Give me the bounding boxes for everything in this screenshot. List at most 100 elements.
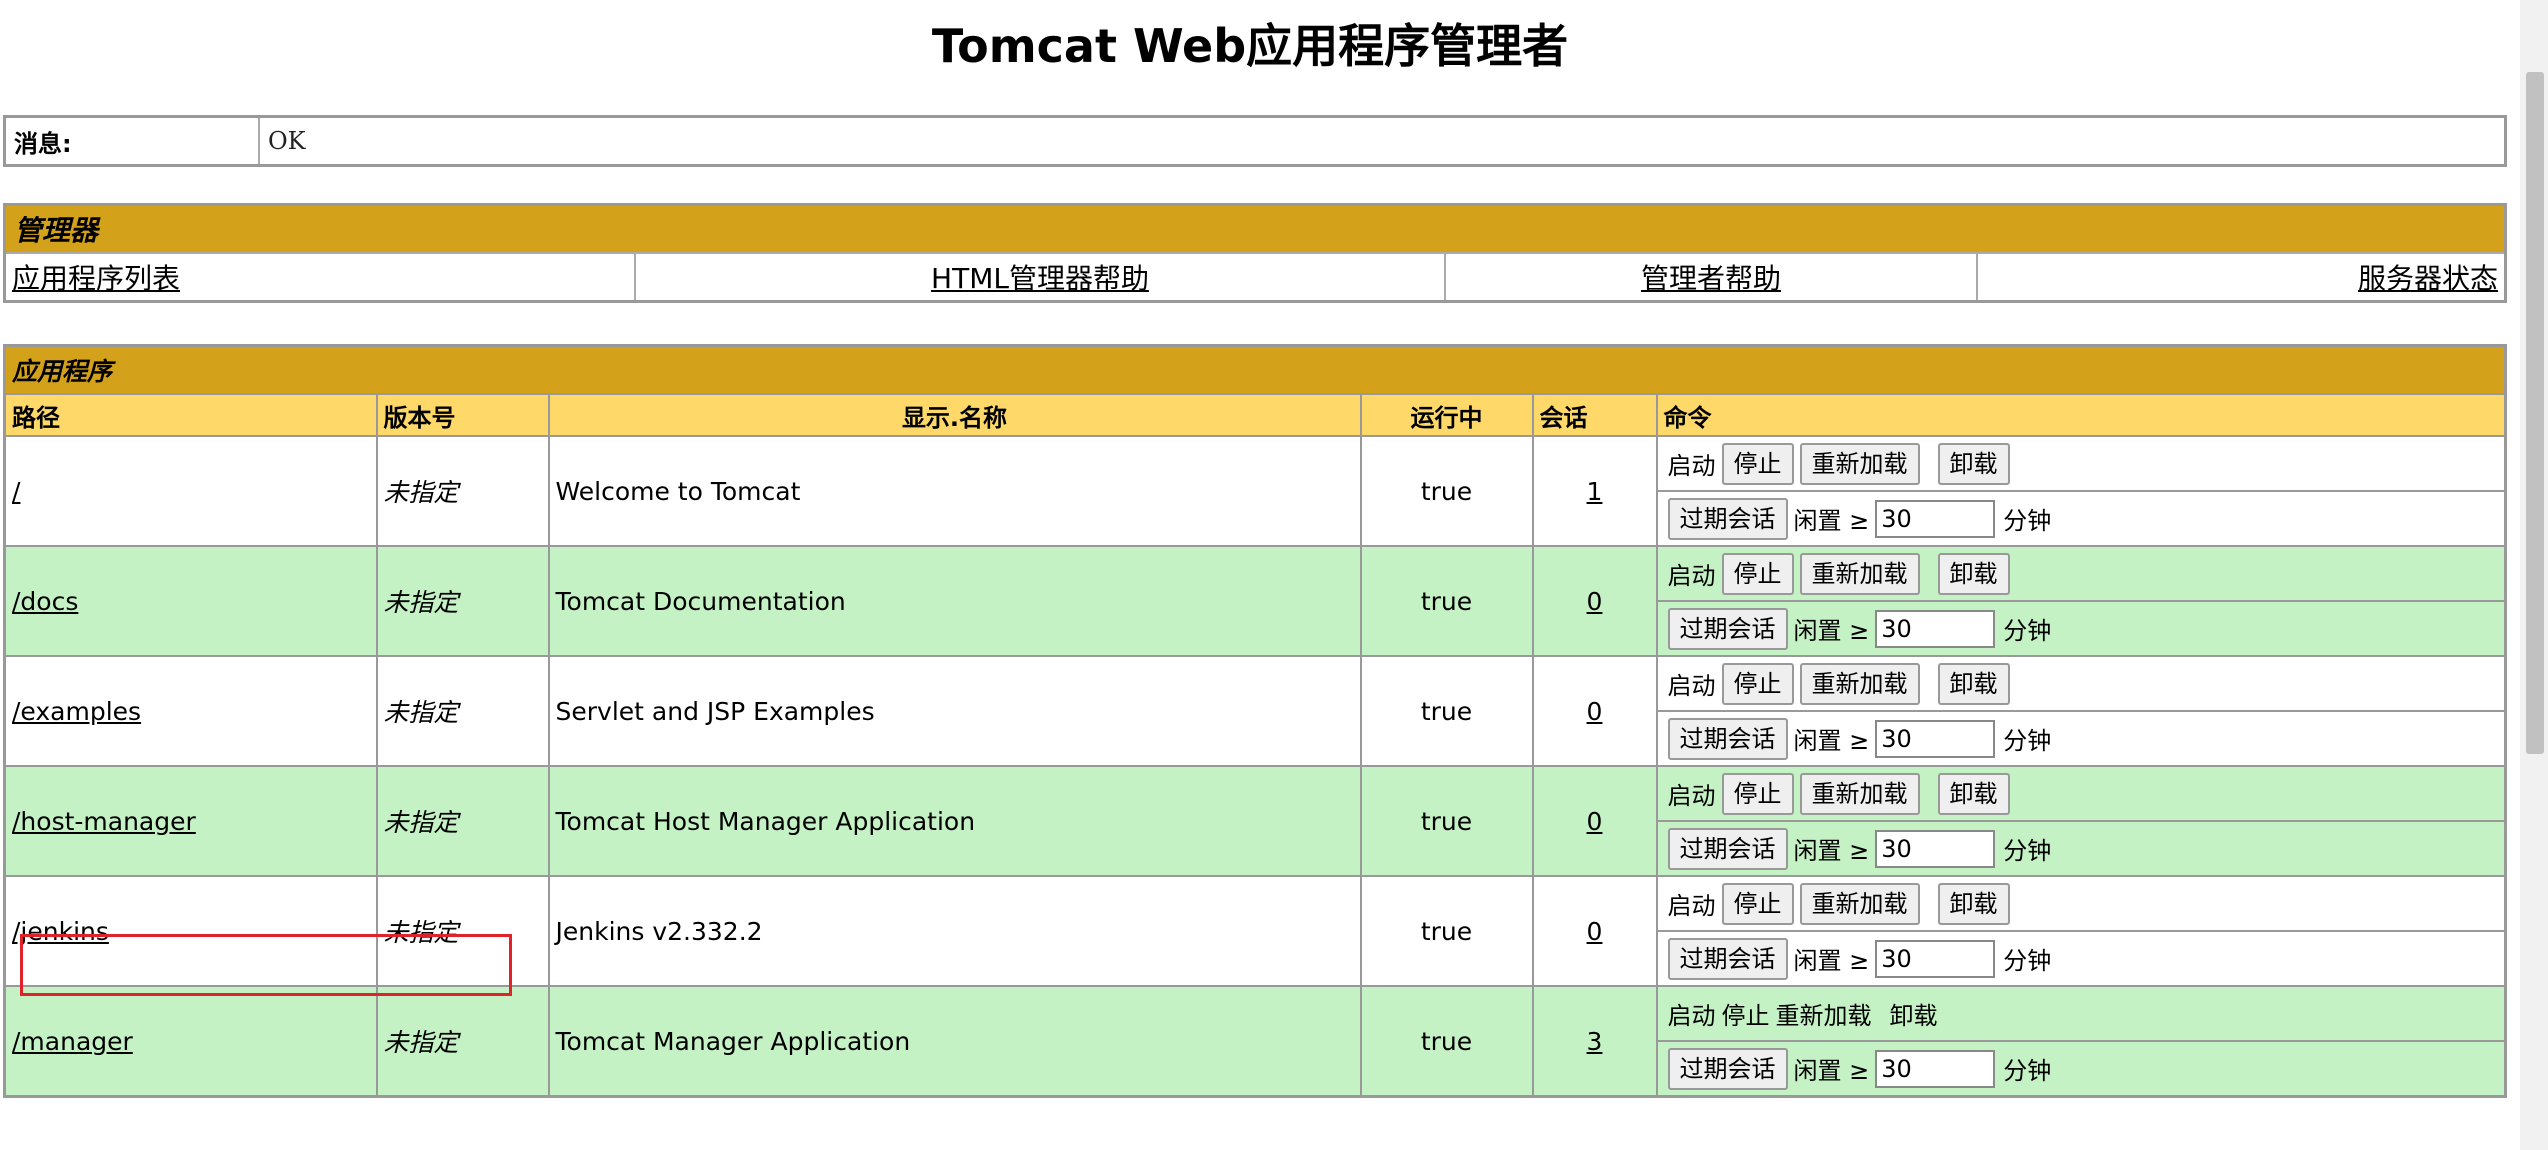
idle-label: 闲置 ≥ xyxy=(1793,947,1870,975)
manager-link-cell: 应用程序列表 xyxy=(3,252,636,303)
app-sessions-link[interactable]: 1 xyxy=(1587,477,1603,506)
link-app-list[interactable]: 应用程序列表 xyxy=(12,262,180,295)
start-action: 启动 xyxy=(1667,452,1716,480)
app-sessions-link[interactable]: 0 xyxy=(1587,697,1603,726)
idle-minutes-input[interactable]: 30 xyxy=(1875,1049,1996,1088)
column-header-sessions: 会话 xyxy=(1531,393,1658,437)
table-row: /jenkins 未指定 Jenkins v2.332.2 true 0 启动 停止 重新加载… xyxy=(3,875,2507,987)
app-expire-sessions: 过期会话 闲置 ≥30 分钟 xyxy=(1655,710,2507,767)
app-sessions-link[interactable]: 0 xyxy=(1587,807,1603,836)
stop-button[interactable]: 停止 xyxy=(1721,552,1794,595)
start-action: 启动 xyxy=(1667,892,1716,920)
minutes-label: 分钟 xyxy=(2003,837,2052,865)
vertical-scrollbar[interactable] xyxy=(2520,0,2548,1150)
undeploy-button[interactable]: 卸载 xyxy=(1890,996,1938,1031)
app-path-cell: /docs xyxy=(3,545,378,657)
start-action[interactable]: 启动 xyxy=(1668,996,1716,1031)
app-commands: 启动 停止 重新加载 卸载 xyxy=(1655,985,2507,1042)
idle-label: 闲置 ≥ xyxy=(1793,837,1870,865)
idle-minutes-input[interactable]: 30 xyxy=(1875,609,1996,648)
app-version: 未指定 xyxy=(375,985,550,1098)
expire-sessions-button[interactable]: 过期会话 xyxy=(1667,827,1788,870)
reload-button[interactable]: 重新加载 xyxy=(1799,772,1920,815)
tomcat-manager-page: Tomcat Web应用程序管理者 消息: OK 管理器 应用程序列表 HTML… xyxy=(0,0,2520,1098)
app-display-name: Tomcat Host Manager Application xyxy=(547,765,1362,877)
stop-button[interactable]: 停止 xyxy=(1721,772,1794,815)
app-path-cell: /host-manager xyxy=(3,765,378,877)
app-version: 未指定 xyxy=(375,765,550,877)
app-sessions-cell: 0 xyxy=(1531,875,1658,987)
applications-heading: 应用程序 xyxy=(3,344,2507,395)
app-path-link[interactable]: / xyxy=(12,477,20,506)
app-expire-sessions: 过期会话 闲置 ≥30 分钟 xyxy=(1655,600,2507,657)
expire-sessions-button[interactable]: 过期会话 xyxy=(1667,937,1788,980)
start-action: 启动 xyxy=(1667,782,1716,810)
app-commands: 启动 停止 重新加载 卸载 xyxy=(1655,655,2507,712)
app-path-link[interactable]: /docs xyxy=(12,587,78,616)
app-running: true xyxy=(1359,765,1534,877)
idle-minutes-input[interactable]: 30 xyxy=(1875,719,1996,758)
expire-sessions-button[interactable]: 过期会话 xyxy=(1667,1047,1788,1090)
app-path-link[interactable]: /examples xyxy=(12,697,141,726)
app-expire-sessions: 过期会话 闲置 ≥30 分钟 xyxy=(1655,930,2507,987)
undeploy-button[interactable]: 卸载 xyxy=(1937,442,2010,485)
idle-minutes-input[interactable]: 30 xyxy=(1875,829,1996,868)
stop-button[interactable]: 停止 xyxy=(1721,662,1794,705)
reload-button[interactable]: 重新加载 xyxy=(1799,442,1920,485)
stop-button[interactable]: 停止 xyxy=(1722,996,1770,1031)
idle-label: 闲置 ≥ xyxy=(1793,617,1870,645)
scrollbar-thumb[interactable] xyxy=(2526,72,2544,754)
app-version: 未指定 xyxy=(375,545,550,657)
manager-table: 管理器 应用程序列表 HTML管理器帮助 管理者帮助 服务器状态 xyxy=(3,203,2507,303)
stop-button[interactable]: 停止 xyxy=(1721,442,1794,485)
table-row: /docs 未指定 Tomcat Documentation true 0 启动 停止 重新加… xyxy=(3,545,2507,657)
app-sessions-cell: 0 xyxy=(1531,545,1658,657)
link-manager-help[interactable]: 管理者帮助 xyxy=(1641,262,1781,295)
message-text: OK xyxy=(258,115,2507,167)
expire-sessions-button[interactable]: 过期会话 xyxy=(1667,607,1788,650)
reload-button[interactable]: 重新加载 xyxy=(1799,662,1920,705)
app-display-name: Tomcat Documentation xyxy=(547,545,1362,657)
undeploy-button[interactable]: 卸载 xyxy=(1937,772,2010,815)
app-expire-sessions: 过期会话 闲置 ≥30 分钟 xyxy=(1655,490,2507,547)
undeploy-button[interactable]: 卸载 xyxy=(1937,662,2010,705)
reload-button[interactable]: 重新加载 xyxy=(1799,882,1920,925)
manager-heading: 管理器 xyxy=(3,203,2507,254)
app-sessions-link[interactable]: 0 xyxy=(1587,587,1603,616)
app-sessions-link[interactable]: 0 xyxy=(1587,917,1603,946)
undeploy-button[interactable]: 卸载 xyxy=(1937,552,2010,595)
app-sessions-link[interactable]: 3 xyxy=(1587,1027,1603,1056)
link-server-status[interactable]: 服务器状态 xyxy=(2358,262,2498,295)
app-commands: 启动 停止 重新加载 卸载 xyxy=(1655,545,2507,602)
app-running: true xyxy=(1359,875,1534,987)
manager-link-cell: 服务器状态 xyxy=(1976,252,2507,303)
stop-button[interactable]: 停止 xyxy=(1721,882,1794,925)
app-path-link[interactable]: /manager xyxy=(12,1027,133,1056)
link-html-manager-help[interactable]: HTML管理器帮助 xyxy=(931,262,1149,295)
app-path-cell: /manager xyxy=(3,985,378,1098)
idle-minutes-input[interactable]: 30 xyxy=(1875,939,1996,978)
idle-minutes-input[interactable]: 30 xyxy=(1875,499,1996,538)
reload-button[interactable]: 重新加载 xyxy=(1799,552,1920,595)
expire-sessions-button[interactable]: 过期会话 xyxy=(1667,717,1788,760)
expire-sessions-button[interactable]: 过期会话 xyxy=(1667,497,1788,540)
page-title: Tomcat Web应用程序管理者 xyxy=(931,19,1569,73)
app-path-link[interactable]: /host-manager xyxy=(12,807,196,836)
column-header-display-name: 显示.名称 xyxy=(547,393,1362,437)
table-row: / 未指定 Welcome to Tomcat true 1 启动 停止 重新加载 卸载 xyxy=(3,435,2507,547)
message-label: 消息: xyxy=(3,115,260,167)
minutes-label: 分钟 xyxy=(2003,1057,2052,1085)
app-running: true xyxy=(1359,655,1534,767)
message-table: 消息: OK xyxy=(3,115,2507,167)
app-display-name: Tomcat Manager Application xyxy=(547,985,1362,1098)
app-sessions-cell: 0 xyxy=(1531,655,1658,767)
minutes-label: 分钟 xyxy=(2003,617,2052,645)
column-header-commands: 命令 xyxy=(1655,393,2507,437)
undeploy-button[interactable]: 卸载 xyxy=(1937,882,2010,925)
column-header-running: 运行中 xyxy=(1359,393,1534,437)
reload-button[interactable]: 重新加载 xyxy=(1776,996,1872,1031)
app-commands: 启动 停止 重新加载 卸载 xyxy=(1655,765,2507,822)
app-path-cell: / xyxy=(3,435,378,547)
idle-label: 闲置 ≥ xyxy=(1793,507,1870,535)
minutes-label: 分钟 xyxy=(2003,727,2052,755)
